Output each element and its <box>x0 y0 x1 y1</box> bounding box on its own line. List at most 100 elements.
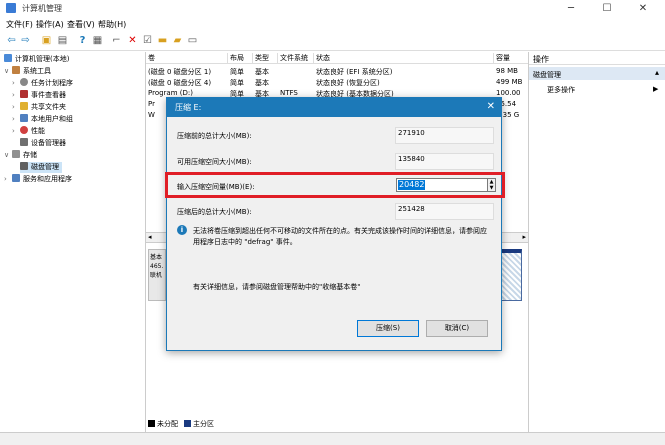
more-actions[interactable]: 更多操作 ▶ <box>547 85 665 95</box>
disk-type: 基本 <box>150 254 163 261</box>
tree-local-users-label: 本地用户和组 <box>31 115 73 123</box>
performance-icon <box>20 126 28 134</box>
total-after-label: 压缩后的总计大小(MB): <box>177 208 252 216</box>
disk-0-label[interactable]: 基本 465. 联机 <box>148 249 166 301</box>
tree-services-label: 服务和应用程序 <box>23 175 72 183</box>
tree-performance-label: 性能 <box>31 127 45 135</box>
col-volume[interactable]: 卷 <box>146 53 228 63</box>
legend: 未分配 主分区 <box>146 418 528 430</box>
scroll-left-icon: ◂ <box>148 233 152 241</box>
total-before-label: 压缩前的总计大小(MB): <box>177 132 252 140</box>
disk-status: 联机 <box>150 272 163 279</box>
computer-icon <box>4 54 12 62</box>
chevron-right-icon: › <box>12 103 15 111</box>
cell-layout: 简单 <box>230 68 244 76</box>
available-label: 可用压缩空间大小(MB): <box>177 158 252 166</box>
check-icon[interactable]: ☑ <box>141 34 154 47</box>
chevron-down-icon: ∨ <box>4 151 10 159</box>
tree-services[interactable]: › 服务和应用程序 <box>4 174 72 185</box>
storage-icon <box>12 150 20 158</box>
scroll-right-icon: ▸ <box>522 233 526 241</box>
toolbar: ⇦ ⇨ ▣ ▤ ? ▦ ⌐ ✕ ☑ ▬ ▰ ▭ <box>0 31 665 51</box>
chevron-right-icon: › <box>12 79 15 87</box>
chevron-right-icon: ▶ <box>653 85 659 93</box>
cell-volume: (磁盘 0 磁盘分区 1) <box>148 68 212 76</box>
unallocated-swatch <box>148 420 155 427</box>
open-icon[interactable]: ▰ <box>171 34 184 47</box>
partition-block[interactable] <box>500 249 522 301</box>
tree-device-manager[interactable]: 设备管理器 <box>20 138 66 149</box>
disk-icon <box>20 162 28 170</box>
console-tree-icon[interactable]: ▤ <box>56 34 69 47</box>
shared-folder-icon <box>20 102 28 110</box>
services-icon <box>12 174 20 182</box>
chevron-right-icon: › <box>12 115 15 123</box>
legend-unallocated: 未分配 <box>157 420 178 428</box>
maximize-button[interactable]: ☐ <box>596 0 618 17</box>
app-icon <box>6 3 16 13</box>
tree-system-tools[interactable]: ∨ 系统工具 <box>4 66 51 77</box>
col-capacity[interactable]: 容量 <box>494 53 528 63</box>
col-status[interactable]: 状态 <box>314 53 494 63</box>
up-folder-icon[interactable]: ▣ <box>40 34 53 47</box>
properties-icon[interactable]: ▦ <box>91 34 104 47</box>
tree-task-scheduler[interactable]: › 任务计划程序 <box>12 78 73 89</box>
actions-header: 操作 <box>529 52 665 65</box>
tree-shared-folders[interactable]: › 共享文件夹 <box>12 102 66 113</box>
tree-shared-folders-label: 共享文件夹 <box>31 103 66 111</box>
col-type[interactable]: 类型 <box>253 53 278 63</box>
tree-root-label: 计算机管理(本地) <box>15 55 70 63</box>
cell-layout: 简单 <box>230 79 244 87</box>
col-layout[interactable]: 布局 <box>228 53 253 63</box>
chevron-right-icon: › <box>12 91 15 99</box>
help-text: 有关详细信息，请参阅磁盘管理帮助中的"收缩基本卷" <box>193 283 361 291</box>
connect-icon[interactable]: ⌐ <box>110 34 123 47</box>
cell-volume: Program (D:) <box>148 89 193 97</box>
chevron-right-icon: › <box>4 175 7 183</box>
table-row[interactable]: (磁盘 0 磁盘分区 1) 简单 基本 状态良好 (EFI 系统分区) 98 M… <box>146 67 528 77</box>
tree-performance[interactable]: › 性能 <box>12 126 45 137</box>
cancel-button[interactable]: 取消(C) <box>426 320 488 337</box>
close-button[interactable]: ✕ <box>632 0 654 17</box>
actions-section-disk-management[interactable]: 磁盘管理 ▴ <box>529 67 665 80</box>
shrink-button[interactable]: 压缩(S) <box>357 320 419 337</box>
primary-swatch <box>184 420 191 427</box>
actions-section-label: 磁盘管理 <box>533 71 561 79</box>
more-actions-label: 更多操作 <box>547 86 575 94</box>
available-value: 135840 <box>395 153 494 170</box>
close-icon[interactable]: ✕ <box>487 101 495 112</box>
cell-status: 状态良好 (恢复分区) <box>316 79 380 87</box>
help-icon[interactable]: ? <box>76 34 89 47</box>
info-icon: i <box>177 225 187 235</box>
cell-type: 基本 <box>255 79 269 87</box>
total-after-value: 251428 <box>395 203 494 220</box>
tree-task-scheduler-label: 任务计划程序 <box>31 79 73 87</box>
delete-icon[interactable]: ✕ <box>126 34 139 47</box>
chevron-right-icon: › <box>12 127 15 135</box>
tree-event-viewer[interactable]: › 事件查看器 <box>12 90 66 101</box>
minimize-button[interactable]: ─ <box>560 0 582 17</box>
cell-volume: (磁盘 0 磁盘分区 4) <box>148 79 212 87</box>
menu-help[interactable]: 帮助(H) <box>98 19 126 30</box>
tree-root[interactable]: 计算机管理(本地) <box>4 54 69 65</box>
tree-storage[interactable]: ∨ 存储 <box>4 150 37 161</box>
event-viewer-icon <box>20 90 28 98</box>
table-row[interactable]: (磁盘 0 磁盘分区 4) 简单 基本 状态良好 (恢复分区) 499 MB <box>146 78 528 88</box>
view-icon[interactable]: ▭ <box>186 34 199 47</box>
dialog-title-bar: 压缩 E: ✕ <box>167 98 501 117</box>
shrink-dialog: 压缩 E: ✕ 压缩前的总计大小(MB): 271910 可用压缩空间大小(MB… <box>165 97 505 351</box>
back-arrow-icon[interactable]: ⇦ <box>5 34 18 47</box>
menu-action[interactable]: 操作(A) <box>36 19 64 30</box>
tools-icon <box>12 66 20 74</box>
folder-icon[interactable]: ▬ <box>156 34 169 47</box>
tree-disk-management[interactable]: 磁盘管理 <box>20 162 62 173</box>
menu-view[interactable]: 查看(V) <box>67 19 95 30</box>
tree-local-users[interactable]: › 本地用户和组 <box>12 114 73 125</box>
title-bar: 计算机管理 ─ ☐ ✕ <box>0 0 665 17</box>
menu-file[interactable]: 文件(F) <box>6 19 33 30</box>
forward-arrow-icon[interactable]: ⇨ <box>19 34 32 47</box>
col-filesystem[interactable]: 文件系统 <box>278 53 314 63</box>
status-bar <box>0 432 665 445</box>
legend-primary: 主分区 <box>193 420 214 428</box>
device-manager-icon <box>20 138 28 146</box>
